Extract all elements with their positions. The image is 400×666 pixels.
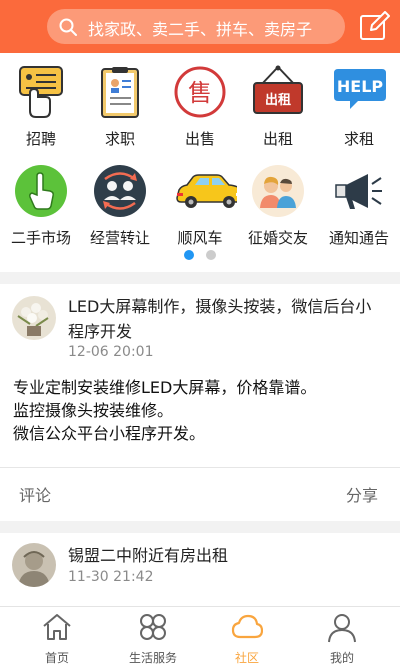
post-body-line: 监控摄像头按装维修。 — [13, 401, 174, 420]
post-time: 12-06 20:01 — [68, 344, 154, 360]
category-label: 招聘 — [25, 130, 56, 148]
resume-icon — [101, 67, 139, 118]
profile-icon — [328, 614, 356, 643]
bottom-nav: 首页 生活服务 社区 我的 — [0, 606, 400, 666]
category-job-seek[interactable]: 求职 — [85, 65, 155, 155]
post-title[interactable]: LED大屏幕制作，摄像头按装，微信后台小程序开发 — [68, 294, 386, 344]
category-label: 顺风车 — [177, 229, 223, 247]
flower-avatar-icon — [12, 296, 56, 340]
comment-button[interactable]: 评论 — [19, 482, 51, 506]
category-notices[interactable]: 通知通告 — [324, 164, 394, 254]
category-label: 经营转让 — [89, 229, 150, 247]
post-body: 专业定制安装维修LED大屏幕，价格靠谱。 监控摄像头按装维修。 微信公众平台小程… — [13, 376, 391, 445]
tab-services[interactable]: 生活服务 — [103, 607, 203, 666]
category-sale[interactable]: 售 出售 — [165, 65, 235, 155]
couple-icon — [252, 165, 304, 217]
post-card[interactable]: LED大屏幕制作，摄像头按装，微信后台小程序开发 12-06 20:01 专业定… — [0, 284, 400, 521]
page-indicator — [0, 250, 400, 262]
help-icon: HELP — [334, 69, 386, 109]
car-icon — [176, 174, 237, 208]
avatar[interactable] — [12, 543, 56, 587]
post-card[interactable]: 锡盟二中附近有房出租 11-30 21:42 — [0, 533, 400, 606]
tab-label: 我的 — [329, 651, 354, 665]
tab-home[interactable]: 首页 — [7, 607, 107, 666]
tab-label: 首页 — [44, 651, 69, 665]
top-bar: 找家政、卖二手、拼车、卖房子 — [0, 0, 400, 53]
recruit-icon — [19, 66, 63, 118]
post-edit-icon[interactable] — [358, 11, 390, 43]
sale-glyph: 售 — [188, 79, 212, 107]
tab-community[interactable]: 社区 — [197, 607, 297, 666]
transfer-users-icon — [94, 165, 146, 217]
search-bar[interactable]: 找家政、卖二手、拼车、卖房子 — [47, 9, 345, 44]
cloud-icon — [231, 614, 263, 639]
category-rent-seek[interactable]: HELP 求租 — [324, 65, 394, 155]
post-body-line: 专业定制安装维修LED大屏幕，价格靠谱。 — [13, 378, 317, 397]
category-label: 出售 — [184, 130, 215, 148]
post-body-line: 微信公众平台小程序开发。 — [13, 424, 206, 443]
category-label: 二手市场 — [10, 229, 71, 247]
tab-label: 社区 — [234, 651, 259, 665]
rent-glyph: 出租 — [265, 92, 291, 108]
sale-icon: 售 — [174, 66, 226, 118]
category-carpool[interactable]: 顺风车 — [165, 164, 237, 254]
help-glyph: HELP — [337, 77, 384, 96]
rent-sign-icon: 出租 — [253, 65, 303, 114]
photo-avatar-icon — [12, 543, 56, 587]
category-label: 出租 — [262, 130, 293, 148]
category-grid: 招聘 求职 售 出售 出租 出租 HELP 求租 二手市场 经营转让 顺风车 征… — [0, 53, 400, 272]
tab-profile[interactable]: 我的 — [292, 607, 392, 666]
hand-pointer-icon — [15, 165, 67, 217]
page-dot-active[interactable] — [184, 250, 194, 260]
services-grid-icon — [140, 614, 166, 640]
post-title[interactable]: 锡盟二中附近有房出租 — [68, 543, 386, 568]
page-dot[interactable] — [206, 250, 216, 260]
post-time: 11-30 21:42 — [68, 569, 154, 585]
category-label: 征婚交友 — [247, 229, 308, 247]
category-business-transfer[interactable]: 经营转让 — [85, 164, 155, 254]
tab-label: 生活服务 — [128, 651, 177, 665]
category-rent-out[interactable]: 出租 出租 — [243, 65, 313, 155]
category-label: 求职 — [104, 130, 135, 148]
category-recruit[interactable]: 招聘 — [6, 65, 76, 155]
category-label: 通知通告 — [328, 229, 389, 247]
post-actions: 评论 分享 — [0, 467, 400, 519]
category-dating[interactable]: 征婚交友 — [243, 164, 313, 254]
avatar[interactable] — [12, 296, 56, 340]
home-icon — [43, 614, 71, 640]
category-label: 求租 — [343, 130, 374, 148]
search-icon — [59, 18, 77, 36]
category-second-hand[interactable]: 二手市场 — [6, 164, 76, 254]
megaphone-icon — [335, 174, 382, 209]
share-button[interactable]: 分享 — [346, 482, 378, 506]
search-placeholder: 找家政、卖二手、拼车、卖房子 — [88, 20, 313, 39]
